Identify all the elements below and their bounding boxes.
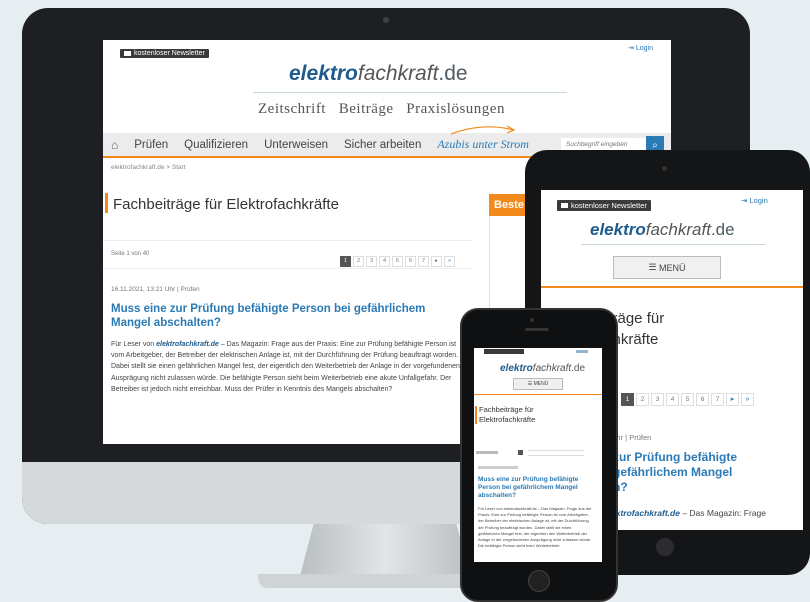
page-5[interactable]: 5: [392, 256, 403, 267]
page-7[interactable]: 7: [711, 393, 724, 406]
breadcrumb[interactable]: elektrofachkraft.de > Start: [111, 164, 186, 171]
page-3[interactable]: 3: [651, 393, 664, 406]
next-page-icon[interactable]: ▸: [726, 393, 739, 406]
article-title[interactable]: Muss eine zur Prüfung befähigte Person b…: [111, 302, 463, 330]
page-5[interactable]: 5: [681, 393, 694, 406]
page-links[interactable]: [527, 449, 584, 456]
envelope-icon: [124, 51, 131, 56]
tablet-article-excerpt: ektrofachkraft.de – Das Magazin: Frage: [611, 508, 766, 518]
hamburger-icon: ☰: [527, 381, 533, 387]
phone-article-meta: [478, 466, 518, 469]
nav-underline: [474, 394, 602, 395]
nav-underline: [541, 286, 803, 288]
divider: [103, 268, 473, 269]
tablet-pagination: 1 2 3 4 5 6 7 ▸»: [621, 388, 756, 406]
search-icon: ⌕: [652, 139, 658, 151]
phone-menu-button[interactable]: ☰ MENÜ: [513, 378, 563, 390]
logo-divider: [253, 92, 567, 93]
tablet-home-button[interactable]: [656, 538, 674, 556]
tablet-login-link[interactable]: ⇥ Login: [741, 196, 768, 205]
sub-navigation: Zeitschrift Beiträge Praxislösungen: [258, 101, 505, 118]
page-2[interactable]: 2: [353, 256, 364, 267]
article-source[interactable]: elektrofachkraft.de: [156, 341, 219, 348]
page-3[interactable]: 3: [366, 256, 377, 267]
page-6[interactable]: 6: [405, 256, 416, 267]
page-2[interactable]: 2: [636, 393, 649, 406]
logo-divider: [581, 244, 766, 245]
subnav-beitraege[interactable]: Beiträge: [339, 101, 394, 117]
phone-speaker: [525, 328, 549, 331]
tablet-logo[interactable]: elektrofachkraft.de: [590, 220, 735, 240]
last-page-icon[interactable]: »: [444, 256, 455, 267]
monitor-camera: [383, 17, 389, 23]
subnav-praxisloesungen[interactable]: Praxislösungen: [406, 101, 505, 117]
title-accent-bar: [475, 406, 477, 424]
phone-camera: [530, 318, 534, 322]
arrow-swoosh-icon: [450, 125, 516, 135]
nav-unterweisen[interactable]: Unterweisen: [264, 139, 328, 151]
phone-logo[interactable]: elektrofachkraft.de: [500, 363, 585, 374]
page-1[interactable]: [518, 450, 524, 456]
phone-login-link[interactable]: [576, 350, 588, 353]
page-info: [476, 451, 498, 455]
sidebar-title: Beste: [489, 194, 525, 216]
article-excerpt: Für Leser von elektrofachkraft.de – Das …: [111, 341, 460, 393]
page-7[interactable]: 7: [418, 256, 429, 267]
newsletter-link[interactable]: kostenloser Newsletter: [120, 43, 209, 61]
next-page-icon[interactable]: ▸: [431, 256, 442, 267]
page-title: Fachbeiträge für Elektrofachkräfte: [113, 196, 339, 213]
tablet-menu-button[interactable]: ☰ MENÜ: [613, 256, 721, 279]
envelope-icon: [561, 203, 568, 208]
nav-qualifizieren[interactable]: Qualifizieren: [184, 139, 248, 151]
page-6[interactable]: 6: [696, 393, 709, 406]
home-icon[interactable]: ⌂: [111, 138, 118, 152]
login-icon: ⇥: [741, 196, 748, 205]
hamburger-icon: ☰: [648, 262, 657, 272]
page-1[interactable]: 1: [340, 256, 351, 267]
page-1[interactable]: 1: [621, 393, 634, 406]
phone-article-excerpt: Für Leser von elektrofachkraft.de – Das …: [478, 506, 592, 549]
nav-azubis-unter-strom[interactable]: Azubis unter Strom: [437, 137, 529, 152]
last-page-icon[interactable]: »: [741, 393, 754, 406]
login-link[interactable]: ⇥ Login: [628, 44, 653, 52]
page-info: Seite 1 von 40: [111, 251, 150, 257]
nav-pruefen[interactable]: Prüfen: [134, 139, 168, 151]
subnav-zeitschrift[interactable]: Zeitschrift: [258, 101, 326, 117]
tablet-newsletter-link[interactable]: kostenloser Newsletter: [557, 195, 651, 213]
site-logo[interactable]: elektrofachkraft.de: [289, 62, 468, 86]
title-accent-bar: [105, 193, 108, 213]
phone-newsletter-link[interactable]: [484, 349, 524, 354]
phone-pagination: [476, 444, 586, 456]
pagination: 1 2 3 4 5 6 7 ▸»: [340, 249, 457, 267]
tablet-camera: [662, 166, 667, 171]
article-meta: 16.11.2021, 13:21 Uhr | Prüfen: [111, 286, 200, 293]
phone-screen: elektrofachkraft.de ☰ MENÜ Fachbeiträge …: [474, 348, 602, 562]
divider: [103, 240, 473, 241]
page-4[interactable]: 4: [666, 393, 679, 406]
phone-article-title[interactable]: Muss eine zur Prüfung befähigte Person b…: [478, 476, 588, 500]
nav-sicher-arbeiten[interactable]: Sicher arbeiten: [344, 139, 421, 151]
monitor-stand: [300, 524, 470, 576]
tablet-article-title[interactable]: zur Prüfung befähigte gefährlichem Mangel…: [613, 450, 737, 495]
phone-page-title: Fachbeiträge für Elektrofachkräfte: [479, 405, 536, 424]
page-4[interactable]: 4: [379, 256, 390, 267]
login-icon: ⇥: [628, 45, 634, 52]
phone-home-button[interactable]: [528, 570, 550, 592]
